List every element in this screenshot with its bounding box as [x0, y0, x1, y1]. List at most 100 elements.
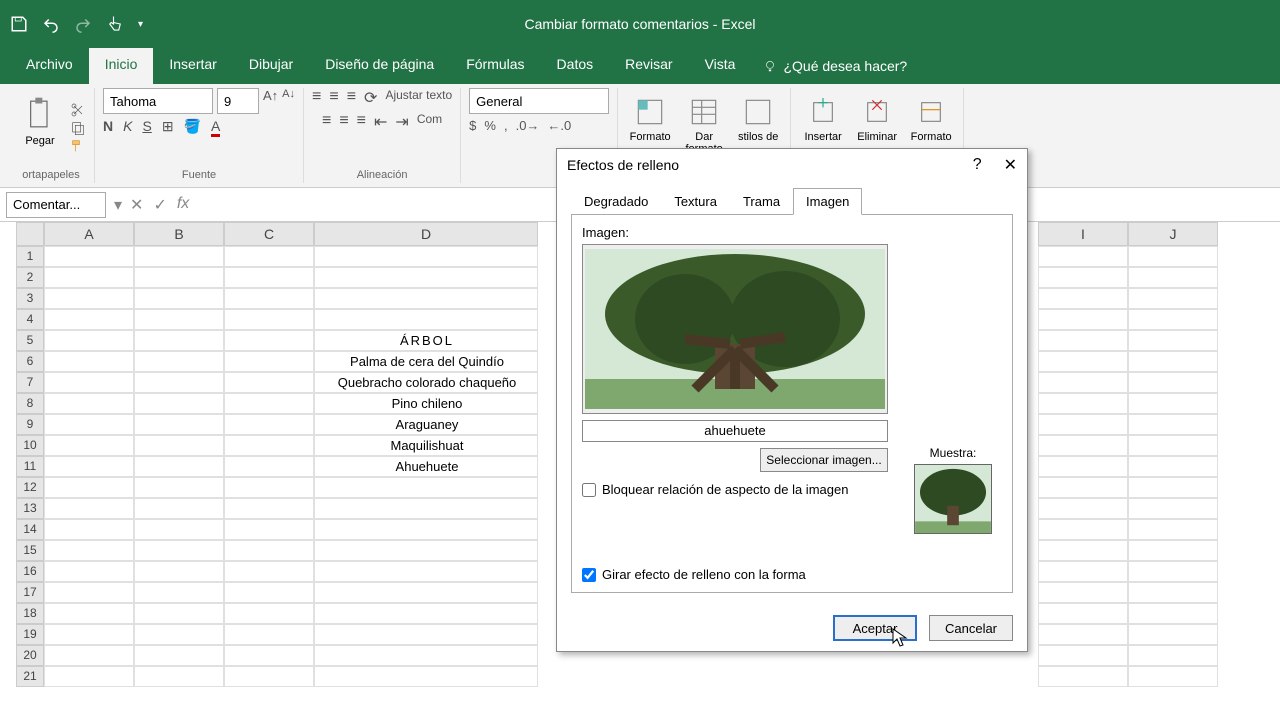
name-box[interactable] — [6, 192, 106, 218]
lock-aspect-input[interactable] — [582, 483, 596, 497]
cell-B19[interactable] — [134, 624, 224, 645]
cell-D5[interactable]: ÁRBOL — [314, 330, 538, 351]
cell-A5[interactable] — [44, 330, 134, 351]
tab-insertar[interactable]: Insertar — [153, 48, 232, 84]
cell-I5[interactable] — [1038, 330, 1128, 351]
cell-D11[interactable]: Ahuehuete — [314, 456, 538, 477]
currency-icon[interactable]: $ — [469, 118, 476, 133]
cell-I6[interactable] — [1038, 351, 1128, 372]
cell-B11[interactable] — [134, 456, 224, 477]
row-header-6[interactable]: 6 — [16, 351, 44, 372]
cell-C8[interactable] — [224, 393, 314, 414]
cell-B10[interactable] — [134, 435, 224, 456]
cell-C21[interactable] — [224, 666, 314, 687]
decrease-font-icon[interactable]: A↓ — [282, 88, 295, 114]
cell-B5[interactable] — [134, 330, 224, 351]
cell-A14[interactable] — [44, 519, 134, 540]
tab-datos[interactable]: Datos — [541, 48, 610, 84]
row-header-4[interactable]: 4 — [16, 309, 44, 330]
cell-J7[interactable] — [1128, 372, 1218, 393]
cancel-formula-icon[interactable]: ✕ — [130, 195, 143, 215]
cell-I2[interactable] — [1038, 267, 1128, 288]
cell-J1[interactable] — [1128, 246, 1218, 267]
cell-B17[interactable] — [134, 582, 224, 603]
cell-D7[interactable]: Quebracho colorado chaqueño — [314, 372, 538, 393]
cell-J4[interactable] — [1128, 309, 1218, 330]
tab-formulas[interactable]: Fórmulas — [450, 48, 540, 84]
row-header-16[interactable]: 16 — [16, 561, 44, 582]
cell-A18[interactable] — [44, 603, 134, 624]
cell-A7[interactable] — [44, 372, 134, 393]
cell-A19[interactable] — [44, 624, 134, 645]
cell-J5[interactable] — [1128, 330, 1218, 351]
tab-textura[interactable]: Textura — [661, 188, 730, 215]
cell-C14[interactable] — [224, 519, 314, 540]
cell-B14[interactable] — [134, 519, 224, 540]
cell-I17[interactable] — [1038, 582, 1128, 603]
cell-I9[interactable] — [1038, 414, 1128, 435]
percent-icon[interactable]: % — [484, 118, 496, 133]
indent-increase-icon[interactable]: ⇥ — [395, 112, 408, 132]
cell-D14[interactable] — [314, 519, 538, 540]
cell-A15[interactable] — [44, 540, 134, 561]
row-header-7[interactable]: 7 — [16, 372, 44, 393]
font-name-input[interactable] — [103, 88, 213, 114]
font-size-input[interactable] — [217, 88, 259, 114]
cell-C16[interactable] — [224, 561, 314, 582]
tell-me[interactable]: ¿Qué desea hacer? — [763, 48, 907, 84]
font-color-button[interactable]: A — [211, 118, 220, 137]
cell-J2[interactable] — [1128, 267, 1218, 288]
bold-button[interactable]: N — [103, 118, 113, 137]
cell-J18[interactable] — [1128, 603, 1218, 624]
cell-B20[interactable] — [134, 645, 224, 666]
cell-C13[interactable] — [224, 498, 314, 519]
cell-B2[interactable] — [134, 267, 224, 288]
tab-revisar[interactable]: Revisar — [609, 48, 688, 84]
col-D[interactable]: D — [314, 222, 538, 246]
col-J[interactable]: J — [1128, 222, 1218, 246]
cell-D6[interactable]: Palma de cera del Quindío — [314, 351, 538, 372]
row-header-9[interactable]: 9 — [16, 414, 44, 435]
row-header-13[interactable]: 13 — [16, 498, 44, 519]
tab-imagen[interactable]: Imagen — [793, 188, 862, 215]
cell-I15[interactable] — [1038, 540, 1128, 561]
cell-B18[interactable] — [134, 603, 224, 624]
cell-D19[interactable] — [314, 624, 538, 645]
tab-archivo[interactable]: Archivo — [10, 48, 89, 84]
cell-A2[interactable] — [44, 267, 134, 288]
col-C[interactable]: C — [224, 222, 314, 246]
cell-J8[interactable] — [1128, 393, 1218, 414]
cell-A4[interactable] — [44, 309, 134, 330]
row-header-8[interactable]: 8 — [16, 393, 44, 414]
cell-C3[interactable] — [224, 288, 314, 309]
cell-B15[interactable] — [134, 540, 224, 561]
cell-I20[interactable] — [1038, 645, 1128, 666]
row-header-10[interactable]: 10 — [16, 435, 44, 456]
format-painter-icon[interactable] — [70, 138, 86, 154]
cell-I8[interactable] — [1038, 393, 1128, 414]
cell-I12[interactable] — [1038, 477, 1128, 498]
cell-D4[interactable] — [314, 309, 538, 330]
row-header-14[interactable]: 14 — [16, 519, 44, 540]
rotate-fill-checkbox[interactable]: Girar efecto de relleno con la forma — [582, 567, 1002, 582]
cell-D20[interactable] — [314, 645, 538, 666]
col-B[interactable]: B — [134, 222, 224, 246]
cell-D8[interactable]: Pino chileno — [314, 393, 538, 414]
tab-diseno[interactable]: Diseño de página — [309, 48, 450, 84]
row-header-21[interactable]: 21 — [16, 666, 44, 687]
cell-A6[interactable] — [44, 351, 134, 372]
accept-formula-icon[interactable]: ✓ — [153, 195, 166, 215]
cell-C15[interactable] — [224, 540, 314, 561]
increase-font-icon[interactable]: A↑ — [263, 88, 278, 114]
row-header-3[interactable]: 3 — [16, 288, 44, 309]
cell-A20[interactable] — [44, 645, 134, 666]
italic-button[interactable]: K — [123, 118, 132, 137]
cell-B9[interactable] — [134, 414, 224, 435]
row-header-18[interactable]: 18 — [16, 603, 44, 624]
cell-I14[interactable] — [1038, 519, 1128, 540]
cell-J3[interactable] — [1128, 288, 1218, 309]
select-all-corner[interactable] — [16, 222, 44, 246]
cell-I13[interactable] — [1038, 498, 1128, 519]
cell-C10[interactable] — [224, 435, 314, 456]
align-top-icon[interactable]: ≡ — [312, 88, 321, 108]
